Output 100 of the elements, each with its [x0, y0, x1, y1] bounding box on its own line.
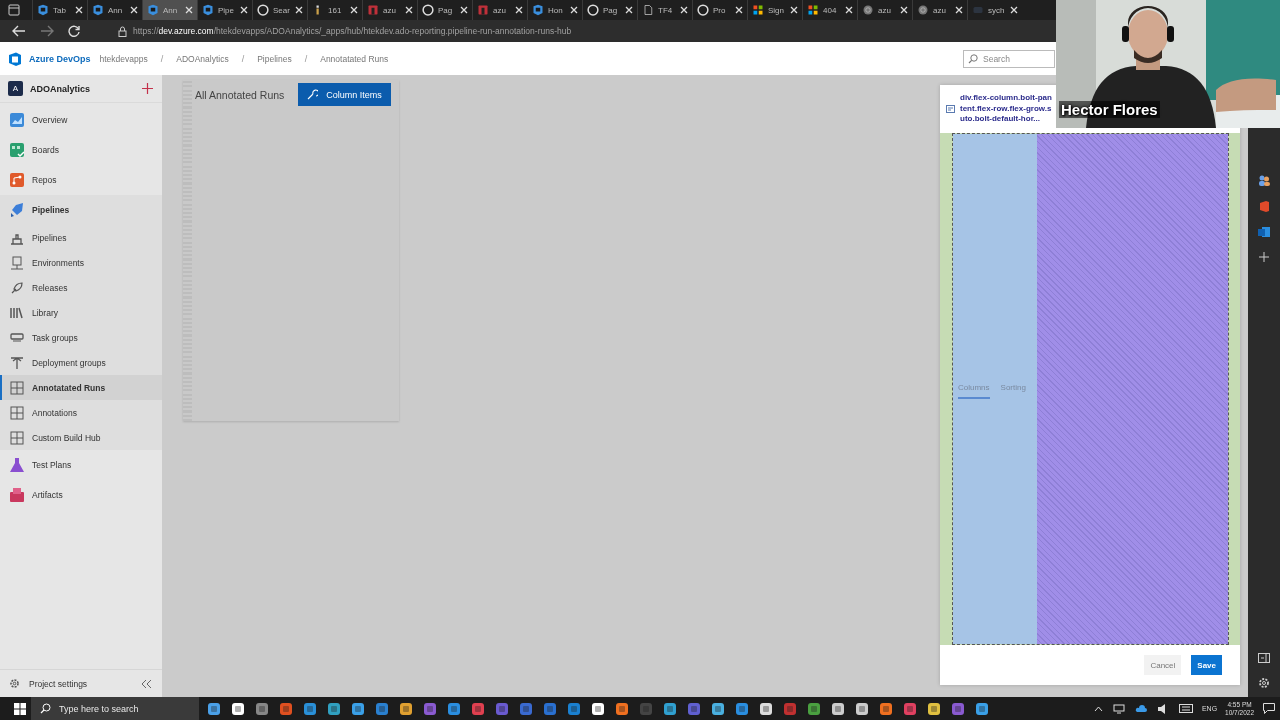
app-icon[interactable]: [759, 701, 773, 716]
back-icon[interactable]: [12, 25, 26, 37]
tab-title: azu: [878, 5, 892, 15]
keyboard-icon[interactable]: [1178, 704, 1193, 713]
cloud-icon[interactable]: [1134, 704, 1147, 713]
collapse-icon[interactable]: [140, 678, 152, 689]
forward-icon[interactable]: [40, 25, 54, 37]
app-icon[interactable]: [975, 701, 989, 716]
nav-item[interactable]: Custom Build Hub: [0, 425, 162, 450]
url-field[interactable]: https://dev.azure.com/htekdevapps/ADOAnalytics/_apps/hub/htekdev.ado-reporting.pipeline-run-annotation-runs-hub: [133, 26, 572, 36]
project-name[interactable]: ADOAnalytics: [30, 83, 135, 94]
nav-item[interactable]: Library: [0, 300, 162, 325]
windows-start-icon[interactable]: [14, 702, 26, 715]
nav-item[interactable]: Test Plans: [0, 450, 162, 480]
app-icon[interactable]: [615, 701, 629, 716]
breadcrumb[interactable]: Annotatated Runs: [320, 53, 389, 64]
taskbar-search-field[interactable]: Type here to search: [31, 697, 199, 720]
nav-item[interactable]: Overview: [0, 105, 162, 135]
close-icon[interactable]: [570, 6, 578, 14]
app-icon[interactable]: [231, 701, 245, 716]
close-icon[interactable]: [790, 6, 798, 14]
close-icon[interactable]: [845, 6, 853, 14]
close-icon[interactable]: [955, 6, 963, 14]
notification-icon[interactable]: [1263, 703, 1275, 714]
nav-item[interactable]: Releases: [0, 275, 162, 300]
chevron-up-icon[interactable]: [1093, 705, 1103, 712]
people-icon[interactable]: [1258, 174, 1270, 186]
favicon-icon: [642, 4, 654, 16]
product-name[interactable]: Azure DevOps: [29, 53, 91, 64]
tab-title: Pag: [603, 5, 619, 15]
close-icon[interactable]: [75, 6, 83, 14]
column-items-button[interactable]: Column Items: [298, 83, 391, 106]
nav-item[interactable]: Deployment groups: [0, 350, 162, 375]
app-icon[interactable]: [711, 701, 725, 716]
chart-tile-icon: [9, 112, 25, 128]
nav-item[interactable]: Repos: [0, 165, 162, 195]
refresh-icon[interactable]: [68, 25, 80, 37]
rocket-tile-icon: [9, 202, 25, 218]
close-icon[interactable]: [1010, 6, 1018, 14]
nav-item[interactable]: Pipelines: [0, 195, 162, 225]
devops-logo-icon[interactable]: [8, 51, 22, 66]
nav-item[interactable]: Environments: [0, 250, 162, 275]
close-icon[interactable]: [295, 6, 303, 14]
tab-title: Hon: [548, 5, 564, 15]
close-icon[interactable]: [460, 6, 468, 14]
close-icon[interactable]: [680, 6, 688, 14]
favicon-icon: [917, 4, 929, 16]
nav-item[interactable]: Annotatated Runs: [0, 375, 162, 400]
app-icon[interactable]: [351, 701, 365, 716]
tab-actions-icon[interactable]: [8, 4, 20, 16]
app-icon[interactable]: [591, 701, 605, 716]
app-icon[interactable]: [207, 701, 221, 716]
breadcrumb-separator: /: [160, 53, 164, 64]
browser-tab[interactable]: Ann: [142, 0, 197, 20]
app-icon[interactable]: [327, 701, 341, 716]
tab-title: Tab: [53, 5, 67, 15]
nav-item[interactable]: Artifacts: [0, 480, 162, 510]
app-icon[interactable]: [831, 701, 845, 716]
sidebar-toggle-icon[interactable]: [1258, 653, 1270, 663]
save-button[interactable]: Save: [1191, 655, 1222, 675]
nav-item[interactable]: Pipelines: [0, 225, 162, 250]
search-field[interactable]: Search: [963, 49, 1055, 68]
add-icon[interactable]: [142, 83, 153, 94]
project-settings-link[interactable]: Project settings: [9, 678, 88, 689]
page-title: All Annotated Runs: [195, 88, 285, 101]
close-icon[interactable]: [185, 6, 193, 14]
close-icon[interactable]: [735, 6, 743, 14]
close-icon[interactable]: [130, 6, 138, 14]
breadcrumb[interactable]: ADOAnalytics: [176, 53, 229, 64]
package-icon: [9, 487, 25, 503]
app-icon[interactable]: [663, 701, 677, 716]
settings-icon: [9, 678, 20, 689]
office-icon[interactable]: [1258, 200, 1270, 212]
favicon-icon: [972, 4, 984, 16]
settings-icon[interactable]: [1258, 677, 1270, 689]
favicon-icon: [752, 4, 764, 16]
mail-app-icon[interactable]: [1258, 226, 1270, 238]
app-icon[interactable]: [855, 701, 869, 716]
favicon-icon: [92, 4, 104, 16]
app-icon[interactable]: [879, 701, 893, 716]
nav-item[interactable]: Boards: [0, 135, 162, 165]
close-icon[interactable]: [350, 6, 358, 14]
close-icon[interactable]: [515, 6, 523, 14]
app-icon[interactable]: [927, 701, 941, 716]
favicon-icon: [257, 4, 269, 16]
tab-title: Pag: [438, 5, 454, 15]
nav-item[interactable]: Task groups: [0, 325, 162, 350]
nav-item[interactable]: Annotations: [0, 400, 162, 425]
cancel-button[interactable]: Cancel: [1144, 655, 1182, 675]
network-icon[interactable]: [1112, 703, 1125, 714]
breadcrumb[interactable]: Pipelines: [257, 53, 292, 64]
favicon-icon: [532, 4, 544, 16]
wrench-icon: [307, 89, 319, 100]
breadcrumb[interactable]: htekdevapps: [99, 53, 148, 64]
close-icon[interactable]: [900, 6, 908, 14]
close-icon[interactable]: [405, 6, 413, 14]
app-icon[interactable]: [399, 701, 413, 716]
close-icon[interactable]: [625, 6, 633, 14]
tab-title: Pro: [713, 5, 727, 15]
close-icon[interactable]: [240, 6, 248, 14]
